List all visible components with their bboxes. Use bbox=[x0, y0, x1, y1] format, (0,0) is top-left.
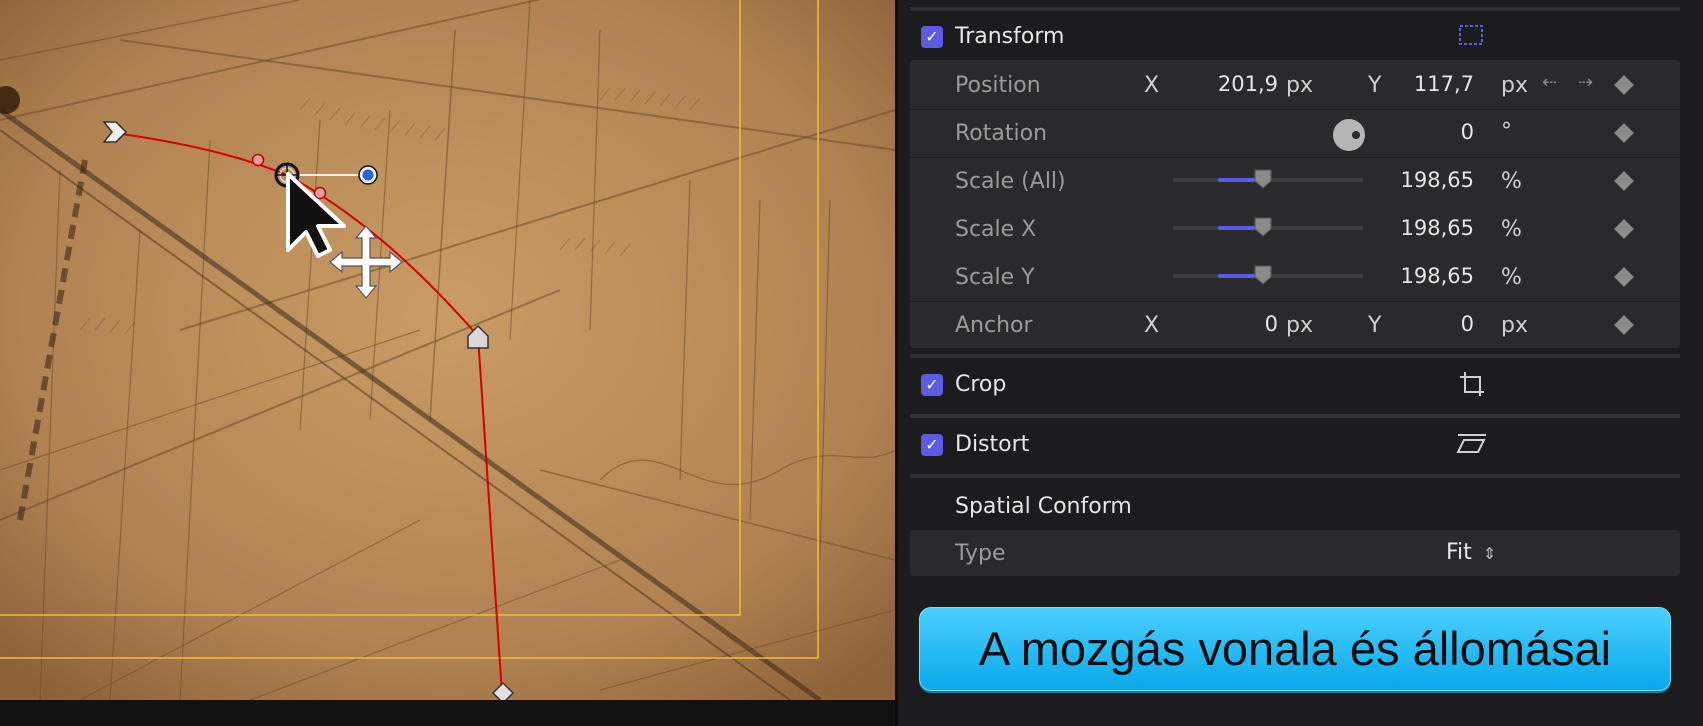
prev-keyframe-icon[interactable]: ⇠ bbox=[1542, 72, 1557, 93]
section-separator bbox=[910, 414, 1680, 418]
section-separator bbox=[910, 354, 1680, 358]
position-label: Position bbox=[955, 73, 1041, 98]
crop-checkbox[interactable]: ✓ bbox=[921, 374, 943, 396]
distort-title: Distort bbox=[955, 432, 1030, 457]
type-value: Fit bbox=[1446, 540, 1472, 565]
path-mid-keyframe[interactable] bbox=[464, 322, 492, 352]
scale-y-slider[interactable] bbox=[1173, 265, 1363, 285]
scale-all-label: Scale (All) bbox=[955, 169, 1066, 194]
row-divider bbox=[910, 157, 1680, 158]
position-x-axis: X bbox=[1144, 73, 1160, 98]
scale-x-field[interactable]: 198,65 bbox=[1368, 216, 1474, 240]
spatial-conform-title: Spatial Conform bbox=[955, 494, 1132, 519]
scale-x-unit: % bbox=[1501, 217, 1522, 242]
anchor-x-unit: px bbox=[1286, 313, 1313, 338]
crop-title: Crop bbox=[955, 372, 1007, 397]
path-start-keyframe[interactable] bbox=[100, 118, 130, 148]
scale-all-slider[interactable] bbox=[1173, 169, 1363, 189]
anchor-y-unit: px bbox=[1501, 313, 1528, 338]
position-y-unit: px bbox=[1501, 73, 1528, 98]
slider-thumb[interactable] bbox=[1254, 217, 1272, 237]
section-separator bbox=[910, 7, 1680, 11]
rotation-field[interactable]: 0 bbox=[1398, 120, 1474, 144]
scale-x-label: Scale X bbox=[955, 217, 1037, 242]
video-inspector: ✓ Transform Position X 201,9 px Y 117,7 … bbox=[898, 0, 1703, 726]
map-image bbox=[0, 0, 895, 700]
rotation-unit: ° bbox=[1501, 119, 1512, 144]
scale-all-unit: % bbox=[1501, 169, 1522, 194]
slider-thumb[interactable] bbox=[1254, 265, 1272, 285]
distort-onscreen-icon[interactable] bbox=[1456, 432, 1488, 456]
anchor-x-field[interactable]: 0 bbox=[1178, 312, 1278, 336]
transform-checkbox[interactable]: ✓ bbox=[921, 26, 943, 48]
scale-y-field[interactable]: 198,65 bbox=[1368, 264, 1474, 288]
row-divider bbox=[910, 301, 1680, 302]
anchor-label: Anchor bbox=[955, 313, 1033, 338]
transform-onscreen-icon[interactable] bbox=[1458, 24, 1484, 46]
position-y-field[interactable]: 117,7 bbox=[1388, 72, 1474, 96]
motion-path-caption-button[interactable]: A mozgás vonala és állomásai bbox=[919, 607, 1671, 691]
row-divider bbox=[910, 109, 1680, 110]
crop-onscreen-icon[interactable] bbox=[1458, 370, 1486, 398]
viewer-canvas[interactable] bbox=[0, 0, 895, 700]
type-label: Type bbox=[955, 541, 1006, 566]
tangent-handle[interactable] bbox=[356, 163, 380, 187]
viewer-footer bbox=[0, 700, 895, 726]
position-x-unit: px bbox=[1286, 73, 1313, 98]
scale-x-slider[interactable] bbox=[1173, 217, 1363, 237]
position-x-field[interactable]: 201,9 bbox=[1178, 72, 1278, 96]
scale-y-unit: % bbox=[1501, 265, 1522, 290]
scale-all-field[interactable]: 198,65 bbox=[1368, 168, 1474, 192]
anchor-x-axis: X bbox=[1144, 313, 1160, 338]
distort-checkbox[interactable]: ✓ bbox=[921, 434, 943, 456]
anchor-y-field[interactable]: 0 bbox=[1388, 312, 1474, 336]
move-cursor-icon bbox=[329, 225, 403, 299]
transform-title: Transform bbox=[955, 24, 1065, 49]
rotation-dial-icon[interactable] bbox=[1332, 118, 1366, 152]
slider-thumb[interactable] bbox=[1254, 169, 1272, 189]
position-y-axis: Y bbox=[1368, 73, 1382, 98]
transform-params bbox=[910, 60, 1680, 348]
next-keyframe-icon[interactable]: ⇢ bbox=[1578, 72, 1593, 93]
type-popup[interactable]: Fit ⇕ bbox=[1446, 540, 1496, 568]
scale-y-label: Scale Y bbox=[955, 265, 1035, 290]
anchor-y-axis: Y bbox=[1368, 313, 1382, 338]
spatial-conform-params bbox=[910, 530, 1680, 576]
path-end-keyframe[interactable] bbox=[490, 680, 516, 700]
popup-chevron-icon: ⇕ bbox=[1482, 544, 1497, 563]
section-separator bbox=[910, 474, 1680, 478]
rotation-label: Rotation bbox=[955, 121, 1048, 146]
